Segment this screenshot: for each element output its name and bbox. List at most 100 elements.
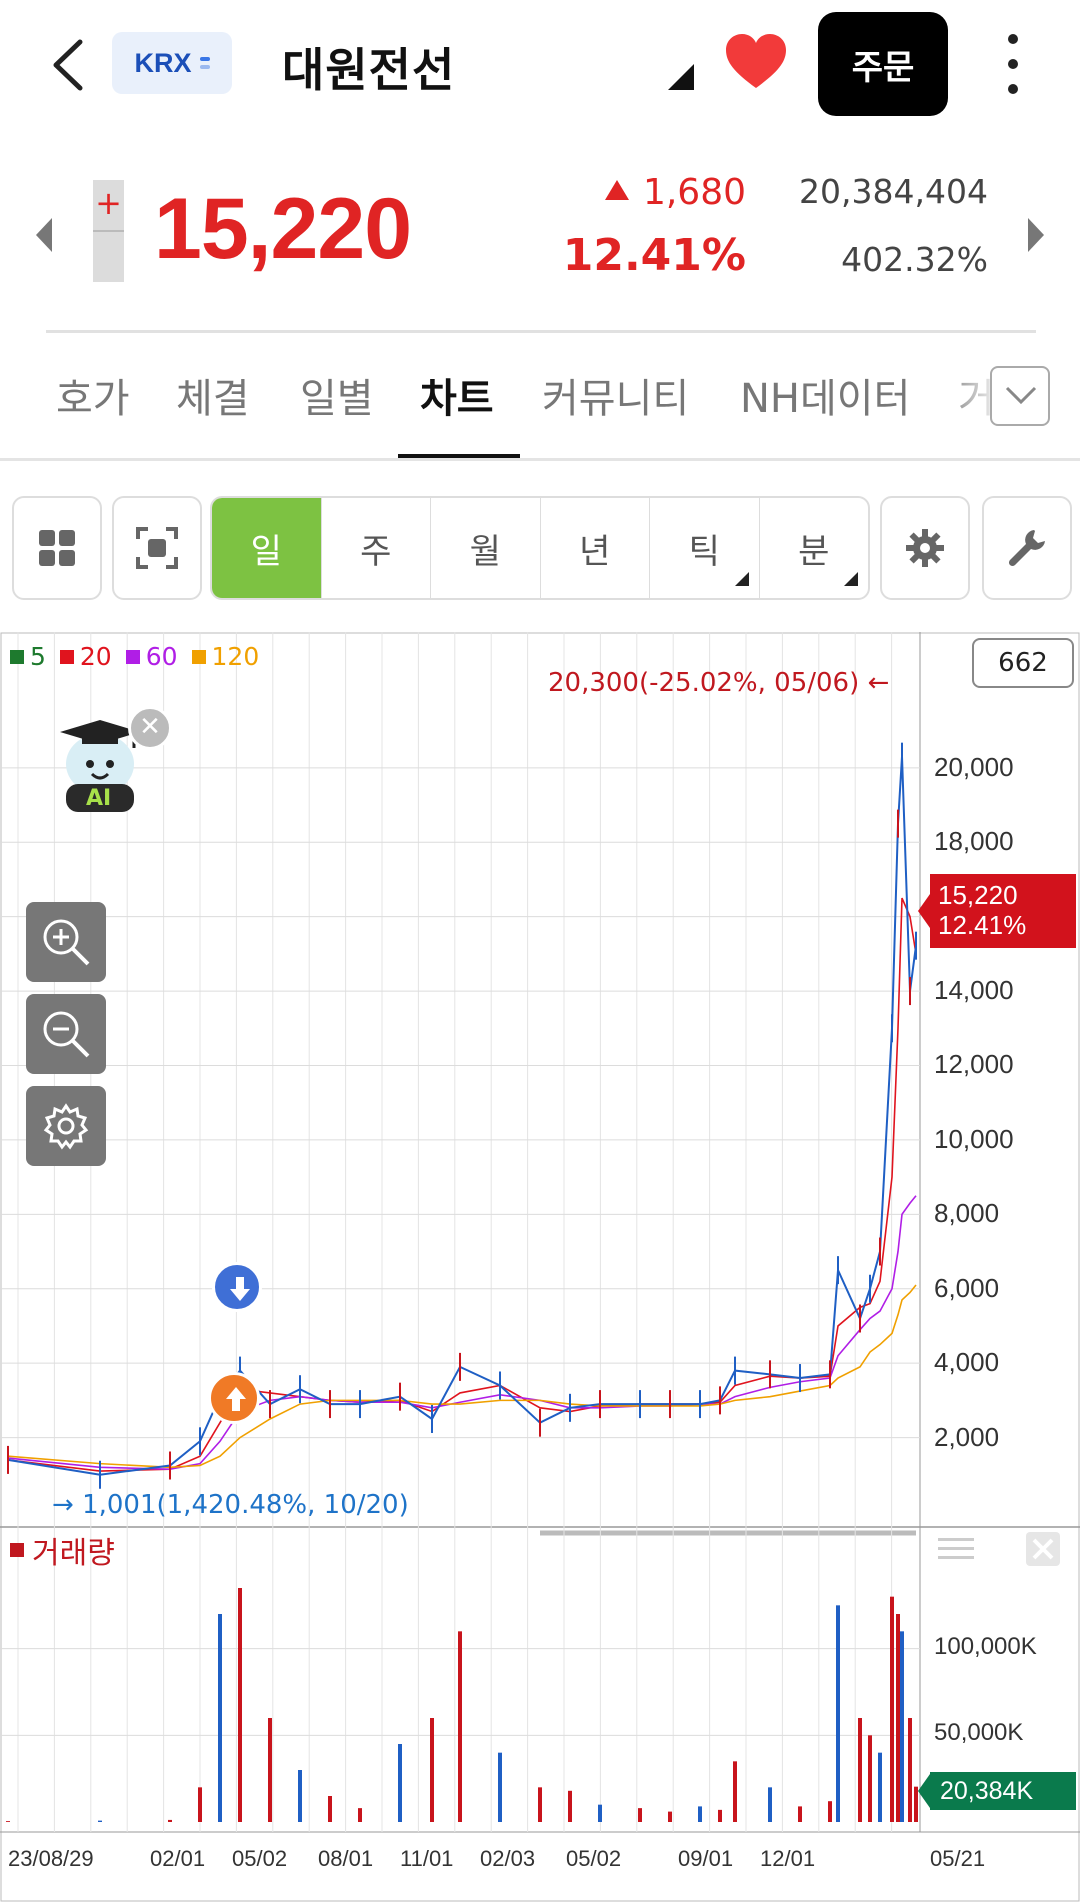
volume-bar bbox=[868, 1735, 872, 1822]
focus-button[interactable] bbox=[112, 496, 202, 600]
date-tick-label: 09/01 bbox=[678, 1846, 734, 1871]
tab-orderbook[interactable]: 호가 bbox=[56, 366, 130, 424]
stock-name[interactable]: 대원전선 bbox=[282, 34, 455, 100]
date-tick-label: 05/02 bbox=[232, 1846, 288, 1871]
zoom-out-button[interactable] bbox=[26, 994, 106, 1074]
trading-volume: 20,384,404 bbox=[799, 172, 988, 211]
volume-bar bbox=[858, 1718, 862, 1822]
volume-bar bbox=[598, 1804, 602, 1822]
tab-chart[interactable]: 차트 bbox=[420, 366, 494, 424]
focus-frame-icon bbox=[136, 527, 178, 569]
volume-bar bbox=[638, 1808, 642, 1822]
price-chart[interactable] bbox=[0, 632, 1080, 1904]
period-year[interactable]: 년 bbox=[539, 498, 650, 598]
current-price-tag-value: 15,220 bbox=[938, 880, 1018, 910]
chart-options-button[interactable] bbox=[26, 1086, 106, 1166]
price-tick-label: 2,000 bbox=[934, 1421, 1000, 1452]
tab-nh-data[interactable]: NH데이터 bbox=[740, 366, 910, 424]
tab-community[interactable]: 커뮤니티 bbox=[542, 366, 689, 424]
volume-bar bbox=[836, 1605, 840, 1822]
layout-button[interactable] bbox=[12, 496, 102, 600]
legend-ma20-label: 20 bbox=[79, 642, 112, 671]
stock-menu-corner-icon[interactable] bbox=[668, 64, 694, 90]
zoom-in-button[interactable] bbox=[26, 902, 106, 982]
top-bar: KRX 대원전선 주문 bbox=[0, 0, 1080, 130]
back-arrow-icon[interactable] bbox=[46, 38, 90, 92]
volume-bar bbox=[6, 1821, 10, 1822]
price-tick-label: 4,000 bbox=[934, 1347, 1000, 1378]
ma-legend: 5 20 60 120 bbox=[10, 642, 259, 671]
volume-bar bbox=[98, 1820, 102, 1822]
legend-ma5: 5 bbox=[10, 642, 46, 671]
legend-ma60: 60 bbox=[125, 642, 178, 671]
price-tick-label: 10,000 bbox=[934, 1123, 1014, 1154]
volume-bar bbox=[328, 1796, 332, 1822]
sell-signal-icon[interactable] bbox=[212, 1262, 262, 1312]
volume-ratio: 402.32% bbox=[841, 240, 988, 279]
ai-label: AI bbox=[86, 786, 112, 811]
date-tick-label: 08/01 bbox=[318, 1846, 374, 1871]
period-minute[interactable]: 분 bbox=[758, 498, 869, 598]
volume-bar bbox=[718, 1809, 722, 1822]
tab-trades[interactable]: 체결 bbox=[176, 366, 250, 424]
low-annotation: → 1,001(1,420.48%, 10/20) bbox=[52, 1490, 409, 1520]
period-day-label: 일 bbox=[250, 531, 282, 572]
volume-panel-title: 거래량 bbox=[10, 1528, 115, 1572]
low-annotation-text: 1,001(1,420.48%, 10/20) bbox=[82, 1490, 409, 1520]
close-volume-icon[interactable] bbox=[1026, 1532, 1060, 1566]
price-tick-label: 8,000 bbox=[934, 1198, 1000, 1229]
buy-signal-icon[interactable] bbox=[208, 1372, 260, 1424]
tab-expand-button[interactable] bbox=[990, 366, 1050, 426]
market-badge-label: KRX bbox=[134, 47, 192, 78]
visible-count-badge[interactable]: 662 bbox=[972, 638, 1074, 688]
period-week[interactable]: 주 bbox=[320, 498, 431, 598]
more-vertical-icon[interactable] bbox=[998, 34, 1028, 94]
zoom-in-icon bbox=[43, 919, 90, 966]
date-tick-label: 05/21 bbox=[930, 1846, 986, 1871]
tools-button[interactable] bbox=[982, 496, 1072, 600]
volume-bar bbox=[908, 1718, 912, 1822]
chart-settings-button[interactable] bbox=[880, 496, 970, 600]
chart-frame bbox=[0, 632, 1080, 1902]
price-line bbox=[7, 756, 917, 1476]
price-tick-label: 18,000 bbox=[934, 826, 1014, 857]
legend-ma120: 120 bbox=[191, 642, 259, 671]
current-price-tag: 15,220 12.41% bbox=[930, 874, 1076, 948]
prev-stock-arrow-icon[interactable] bbox=[36, 218, 52, 252]
chart-area[interactable]: 5 20 60 120 662 20,300(-25.02%, 05/06) ←… bbox=[0, 632, 1080, 1904]
volume-bar bbox=[238, 1588, 242, 1822]
date-tick-label: 02/03 bbox=[480, 1846, 536, 1871]
price-change: 1,680 bbox=[600, 172, 746, 213]
drag-handle-icon[interactable] bbox=[936, 1534, 976, 1564]
gear-icon bbox=[906, 529, 944, 567]
divider bbox=[46, 330, 1036, 333]
current-price-tag-tip bbox=[918, 894, 930, 928]
market-badge[interactable]: KRX bbox=[112, 32, 232, 94]
tab-daily[interactable]: 일별 bbox=[300, 366, 374, 424]
up-triangle-icon bbox=[604, 180, 629, 200]
current-price-tag-pct: 12.41% bbox=[938, 910, 1027, 940]
volume-bar bbox=[498, 1752, 502, 1822]
period-tick[interactable]: 틱 bbox=[649, 498, 759, 598]
order-button[interactable]: 주문 bbox=[818, 12, 948, 116]
ai-close-button[interactable]: ✕ bbox=[128, 706, 172, 750]
gear-icon bbox=[43, 1103, 89, 1150]
volume-tick-label: 50,000K bbox=[934, 1719, 1024, 1747]
volume-bar bbox=[430, 1718, 434, 1822]
volume-bar bbox=[698, 1806, 702, 1822]
price-change-value: 1,680 bbox=[642, 172, 746, 213]
high-annotation-text: 20,300(-25.02%, 05/06) bbox=[548, 668, 860, 698]
volume-bar bbox=[768, 1787, 772, 1822]
wrench-icon bbox=[1008, 530, 1045, 567]
volume-bar bbox=[568, 1790, 572, 1822]
price-sign: + bbox=[95, 184, 122, 222]
next-stock-arrow-icon[interactable] bbox=[1028, 218, 1044, 252]
close-icon bbox=[1032, 1538, 1054, 1560]
period-month[interactable]: 월 bbox=[430, 498, 540, 598]
heart-icon[interactable] bbox=[724, 32, 788, 92]
period-day[interactable]: 일 bbox=[212, 498, 321, 598]
right-arrow-icon: → bbox=[52, 1490, 74, 1520]
high-annotation: 20,300(-25.02%, 05/06) ← bbox=[548, 668, 889, 698]
current-volume-tag: 20,384K bbox=[930, 1772, 1076, 1810]
period-month-label: 월 bbox=[469, 531, 501, 572]
